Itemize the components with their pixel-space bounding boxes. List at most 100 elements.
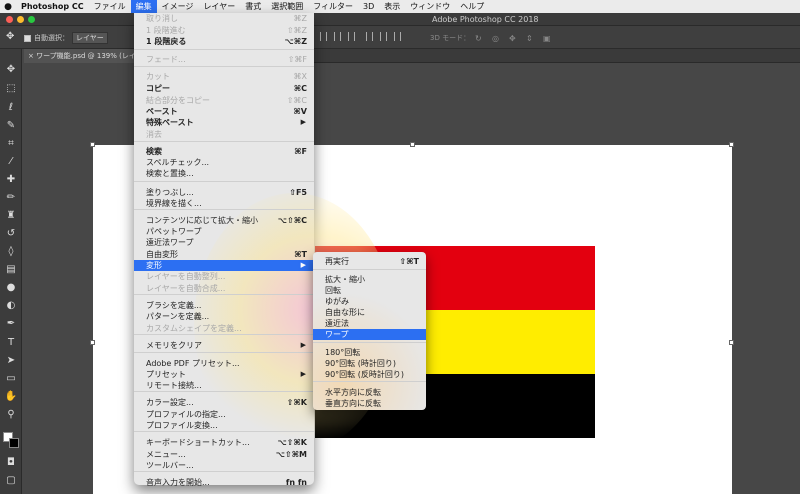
3d-scale-icon[interactable]: ▣ bbox=[543, 34, 551, 43]
transform-handle-left[interactable] bbox=[90, 340, 95, 345]
transform-menu-item-9[interactable]: 90°回転 (反時計回り) bbox=[313, 369, 426, 380]
auto-select-checkbox[interactable] bbox=[24, 34, 31, 42]
edit-menu-item-35[interactable]: 音声入力を開始... fn fn bbox=[134, 477, 314, 488]
quick-mask-icon[interactable]: ◘ bbox=[4, 456, 18, 470]
menu-3d[interactable]: 3D bbox=[358, 0, 379, 13]
edit-menu-item-30[interactable]: プロファイルの指定... bbox=[134, 409, 314, 420]
shape-icon[interactable]: ▭ bbox=[4, 372, 18, 386]
3d-slide-icon[interactable]: ⇕ bbox=[526, 34, 533, 43]
edit-menu-item-32[interactable]: キーボードショートカット... ⌥⇧⌘K bbox=[134, 437, 314, 448]
3d-rotate-icon[interactable]: ↻ bbox=[475, 34, 482, 43]
edit-menu-item-23[interactable]: パターンを定義... bbox=[134, 311, 314, 322]
menu-type[interactable]: 書式 bbox=[240, 0, 266, 13]
transform-handle-tl[interactable] bbox=[90, 142, 95, 147]
blur-icon[interactable]: ● bbox=[4, 281, 18, 295]
transform-menu-item-4[interactable]: 自由な形に bbox=[313, 307, 426, 318]
edit-menu-item-10[interactable]: 検索 ⌘F bbox=[134, 146, 314, 157]
transform-menu-item-0[interactable]: 再実行 ⇧⌘T bbox=[313, 256, 426, 267]
edit-menu-item-26[interactable]: Adobe PDF プリセット... bbox=[134, 358, 314, 369]
edit-menu-item-12[interactable]: 検索と置換... bbox=[134, 168, 314, 179]
menu-select[interactable]: 選択範囲 bbox=[266, 0, 308, 13]
menu-file[interactable]: ファイル bbox=[89, 0, 131, 13]
edit-menu-item-13[interactable]: 塗りつぶし... ⇧F5 bbox=[134, 187, 314, 198]
dodge-icon[interactable]: ◐ bbox=[4, 299, 18, 313]
edit-menu-item-25[interactable]: メモリをクリア ▶ bbox=[134, 340, 314, 351]
menu-item-shortcut: ⌘X bbox=[293, 72, 307, 81]
edit-menu-item-34[interactable]: ツールバー... bbox=[134, 460, 314, 471]
close-window-button[interactable] bbox=[6, 16, 13, 23]
crop-icon[interactable]: ⌗ bbox=[4, 137, 18, 151]
transform-menu-item-1[interactable]: 拡大・縮小 bbox=[313, 274, 426, 285]
auto-select-dropdown[interactable]: レイヤー bbox=[72, 32, 108, 44]
zoom-icon[interactable]: ⚲ bbox=[4, 408, 18, 422]
healing-icon[interactable]: ✚ bbox=[4, 173, 18, 187]
pen-icon[interactable]: ✒ bbox=[4, 317, 18, 331]
distribute-middle-icon[interactable] bbox=[380, 32, 387, 41]
hand-icon[interactable]: ✋ bbox=[4, 390, 18, 404]
edit-menu-item-2[interactable]: 1 段階戻る ⌥⌘Z bbox=[134, 36, 314, 47]
move-tool-icon[interactable]: ✥ bbox=[6, 31, 14, 42]
edit-menu-item-7[interactable]: ペースト ⌘V bbox=[134, 106, 314, 117]
tab-close-icon[interactable]: × bbox=[28, 52, 36, 60]
transform-menu-item-7[interactable]: 180°回転 bbox=[313, 347, 426, 358]
edit-menu-item-19[interactable]: 変形 ▶ bbox=[134, 260, 314, 271]
menu-view[interactable]: 表示 bbox=[379, 0, 405, 13]
3d-pan-icon[interactable]: ✥ bbox=[509, 34, 516, 43]
align-middle-icon[interactable] bbox=[334, 32, 341, 41]
transform-menu-item-6[interactable]: ワープ bbox=[313, 329, 426, 340]
document-tab[interactable]: × ワープ機能.psd @ 139% (レイヤ bbox=[24, 49, 136, 63]
background-color-swatch[interactable] bbox=[9, 438, 19, 448]
edit-menu-item-27[interactable]: プリセット ▶ bbox=[134, 369, 314, 380]
transform-handle-tr[interactable] bbox=[729, 142, 734, 147]
distribute-bottom-icon[interactable] bbox=[394, 32, 401, 41]
edit-menu-item-28[interactable]: リモート接続... bbox=[134, 380, 314, 391]
menu-window[interactable]: ウィンドウ bbox=[405, 0, 455, 13]
edit-menu-item-14[interactable]: 境界線を描く... bbox=[134, 198, 314, 209]
transform-menu-item-3[interactable]: ゆがみ bbox=[313, 296, 426, 307]
edit-menu-item-33[interactable]: メニュー... ⌥⇧⌘M bbox=[134, 449, 314, 460]
align-bottom-icon[interactable] bbox=[348, 32, 355, 41]
menu-image[interactable]: イメージ bbox=[157, 0, 199, 13]
distribute-top-icon[interactable] bbox=[366, 32, 373, 41]
edit-menu-item-15[interactable]: コンテンツに応じて拡大・縮小 ⌥⇧⌘C bbox=[134, 215, 314, 226]
path-select-icon[interactable]: ➤ bbox=[4, 354, 18, 368]
type-icon[interactable]: T bbox=[4, 336, 18, 350]
edit-menu-item-22[interactable]: ブラシを定義... bbox=[134, 300, 314, 311]
history-brush-icon[interactable]: ↺ bbox=[4, 227, 18, 241]
menu-photoshop[interactable]: Photoshop CC bbox=[16, 0, 89, 13]
lasso-icon[interactable]: ℓ bbox=[4, 101, 18, 115]
quick-select-icon[interactable]: ✎ bbox=[4, 119, 18, 133]
menu-help[interactable]: ヘルプ bbox=[455, 0, 489, 13]
transform-handle-right[interactable] bbox=[729, 340, 734, 345]
edit-menu-item-17[interactable]: 遠近法ワープ bbox=[134, 237, 314, 248]
edit-menu-item-11[interactable]: スペルチェック... bbox=[134, 157, 314, 168]
edit-menu-item-5[interactable]: コピー ⌘C bbox=[134, 83, 314, 94]
transform-menu-item-5[interactable]: 遠近法 bbox=[313, 318, 426, 329]
apple-icon[interactable]: ● bbox=[0, 2, 16, 12]
3d-roll-icon[interactable]: ◎ bbox=[492, 34, 499, 43]
eraser-icon[interactable]: ◊ bbox=[4, 245, 18, 259]
edit-menu-item-16[interactable]: パペットワープ bbox=[134, 226, 314, 237]
menu-layer[interactable]: レイヤー bbox=[198, 0, 240, 13]
align-top-icon[interactable] bbox=[320, 32, 327, 41]
transform-menu-item-2[interactable]: 回転 bbox=[313, 285, 426, 296]
transform-handle-top[interactable] bbox=[410, 142, 415, 147]
edit-menu-item-29[interactable]: カラー設定... ⇧⌘K bbox=[134, 397, 314, 408]
menu-filter[interactable]: フィルター bbox=[308, 0, 358, 13]
transform-menu-item-8[interactable]: 90°回転 (時計回り) bbox=[313, 358, 426, 369]
edit-menu-item-8[interactable]: 特殊ペースト ▶ bbox=[134, 117, 314, 128]
screen-mode-icon[interactable]: ▢ bbox=[4, 474, 18, 488]
gradient-icon[interactable]: ▤ bbox=[4, 263, 18, 277]
edit-menu-item-31[interactable]: プロファイル変換... bbox=[134, 420, 314, 431]
transform-menu-item-10[interactable]: 水平方向に反転 bbox=[313, 387, 426, 398]
move-icon[interactable]: ✥ bbox=[4, 63, 18, 77]
marquee-icon[interactable]: ⬚ bbox=[4, 82, 18, 96]
edit-menu-item-18[interactable]: 自由変形 ⌘T bbox=[134, 249, 314, 260]
transform-menu-item-11[interactable]: 垂直方向に反転 bbox=[313, 398, 426, 409]
menu-edit[interactable]: 編集 bbox=[130, 0, 157, 13]
eyedropper-icon[interactable]: ⁄ bbox=[4, 155, 18, 169]
brush-icon[interactable]: ✏ bbox=[4, 191, 18, 205]
stamp-icon[interactable]: ♜ bbox=[4, 209, 18, 223]
minimize-window-button[interactable] bbox=[17, 16, 24, 23]
zoom-window-button[interactable] bbox=[28, 16, 35, 23]
